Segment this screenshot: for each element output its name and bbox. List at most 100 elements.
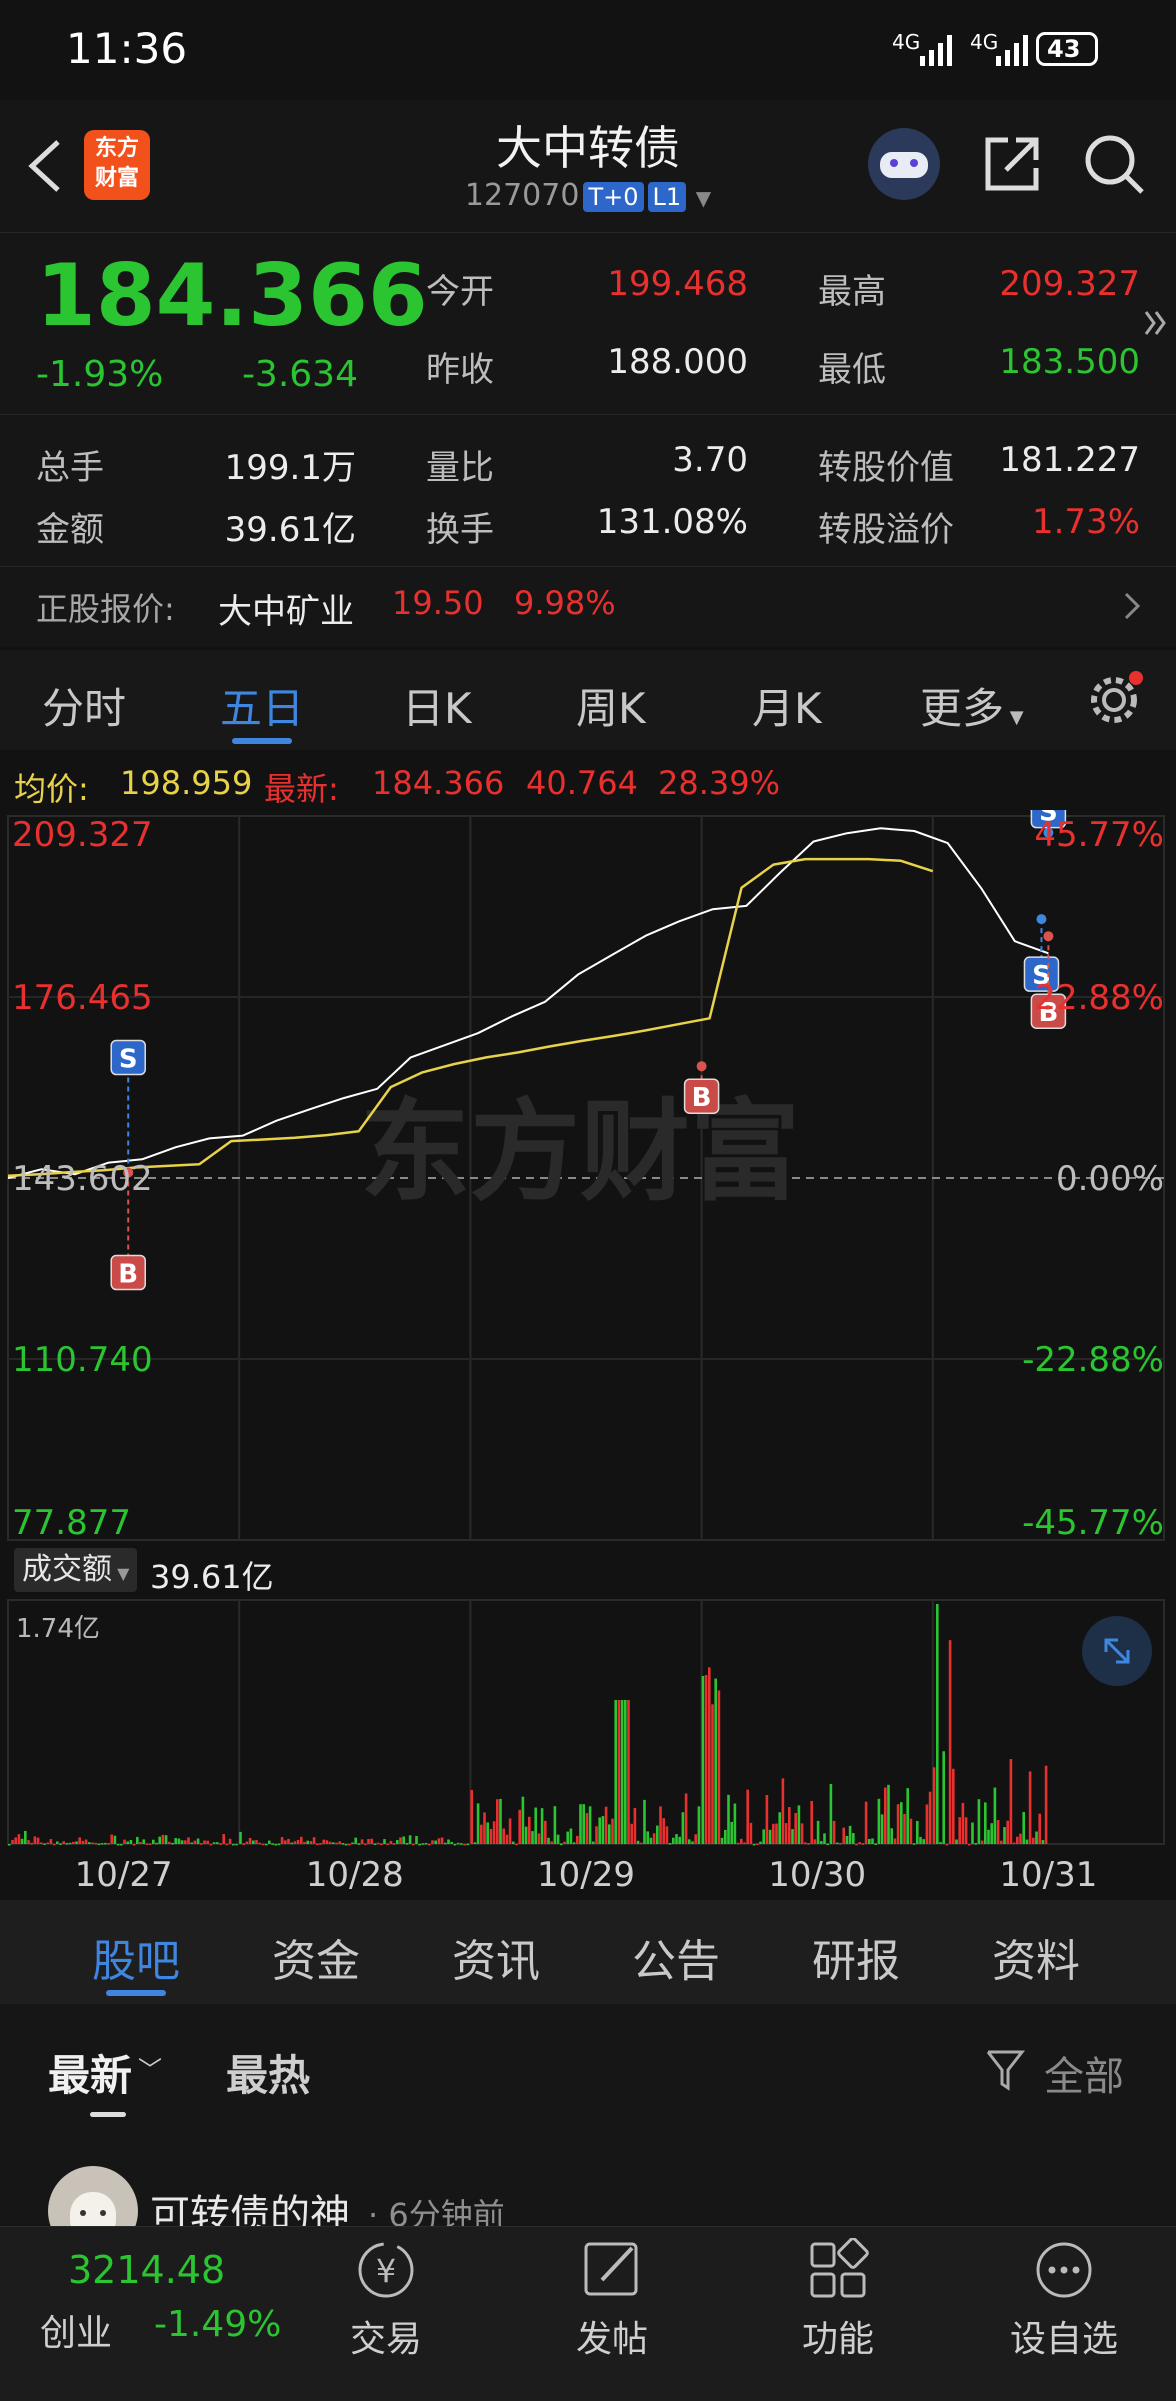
volume-bar <box>684 1793 688 1844</box>
volume-bar <box>691 1841 694 1844</box>
tab-daily-k[interactable]: 日K <box>402 675 472 736</box>
volume-bar <box>460 1843 463 1845</box>
tab-announcements[interactable]: 公告 <box>632 1925 720 1989</box>
volume-bar <box>987 1829 990 1844</box>
volume-bar <box>990 1823 993 1844</box>
marker-dot <box>1036 914 1047 925</box>
tab-funds[interactable]: 资金 <box>272 1925 360 1989</box>
gear-icon[interactable] <box>1084 668 1144 728</box>
tab-monthly-k[interactable]: 月K <box>752 675 822 736</box>
volume-bar <box>932 1767 936 1844</box>
tab-more[interactable]: 更多 ▼ <box>920 675 1024 736</box>
volume-bar <box>936 1604 939 1844</box>
volume-bar <box>974 1843 977 1845</box>
volume-bar <box>928 1791 932 1844</box>
volume-bar <box>1006 1820 1009 1844</box>
volume-bar <box>40 1842 43 1845</box>
watermark: 东方财富 <box>360 1088 800 1216</box>
volume-bar <box>720 1837 724 1844</box>
search-icon[interactable] <box>1082 132 1148 198</box>
volume-bar <box>832 1820 836 1844</box>
tabbar-post[interactable]: 发帖 <box>532 2310 692 2362</box>
volume-bar <box>948 1640 952 1844</box>
volume-bar <box>717 1690 721 1844</box>
more-icon[interactable] <box>1032 2238 1096 2302</box>
share-icon[interactable] <box>982 132 1044 194</box>
volume-bar <box>46 1842 49 1844</box>
volume-bar <box>370 1838 373 1844</box>
sort-latest[interactable]: 最新 <box>48 2042 132 2103</box>
volume-bar <box>193 1840 197 1844</box>
volume-bar <box>611 1818 614 1844</box>
volume-bar <box>550 1841 553 1844</box>
volume-bar <box>624 1700 627 1844</box>
volume-bar <box>168 1841 171 1844</box>
volume-bar <box>396 1840 399 1844</box>
volume-selector[interactable]: 成交额 ▼ <box>14 1548 138 1592</box>
volume-bar <box>836 1842 839 1845</box>
latest-label: 最新: <box>264 770 339 808</box>
sort-hot[interactable]: 最热 <box>226 2042 310 2103</box>
tab-profile[interactable]: 资料 <box>992 1925 1080 1989</box>
volume-bar <box>206 1840 209 1844</box>
active-tab-indicator <box>232 738 292 744</box>
tab-five-day[interactable]: 五日 <box>220 675 304 736</box>
volume-bar <box>364 1843 367 1846</box>
chevron-down-icon: ﹀ <box>138 2056 162 2084</box>
turnover-value: 131.08% <box>596 502 748 542</box>
tabbar-trade[interactable]: 交易 <box>306 2310 466 2362</box>
tab-guba[interactable]: 股吧 <box>92 1925 180 1989</box>
volume-bar <box>312 1837 316 1844</box>
volume-bar <box>174 1838 177 1844</box>
index-ticker[interactable]: 3214.48 创业 -1.49% <box>20 2248 281 2368</box>
volume-bar <box>110 1834 113 1844</box>
volume-bar <box>300 1836 303 1844</box>
tab-weekly-k[interactable]: 周K <box>576 675 646 736</box>
tab-intraday[interactable]: 分时 <box>42 675 126 736</box>
volume-bar <box>180 1840 184 1844</box>
volume-bar <box>335 1842 338 1845</box>
underlying-stock-row[interactable]: 正股报价: 大中矿业 19.50 9.98% <box>0 570 1176 648</box>
volume-bar <box>791 1829 794 1844</box>
robot-avatar-icon[interactable] <box>868 128 940 200</box>
tab-research[interactable]: 研报 <box>812 1925 900 1989</box>
volume-bar <box>572 1842 576 1844</box>
volume-bar <box>762 1829 765 1844</box>
y-right-tick: -22.88% <box>1022 1340 1164 1380</box>
volume-bar <box>274 1843 277 1846</box>
price-chart[interactable]: 东方财富 SBBSSB 209.327 45.77%176.465 22.88%14… <box>0 810 1176 1900</box>
tabbar-functions[interactable]: 功能 <box>758 2310 918 2362</box>
volume-bar <box>964 1817 968 1844</box>
volume-bar <box>968 1843 971 1846</box>
signal-icon-2 <box>996 35 1028 66</box>
tab-news[interactable]: 资讯 <box>452 1925 540 1989</box>
chevron-right-icon <box>1124 592 1141 620</box>
volume-bar <box>351 1842 354 1845</box>
last-price: 184.366 <box>36 246 428 346</box>
filter-all[interactable]: 全部 <box>1044 2044 1124 2102</box>
yen-icon[interactable]: ¥ <box>352 2238 420 2302</box>
expand-icon[interactable] <box>1082 1616 1152 1686</box>
grid-icon[interactable] <box>806 2238 870 2302</box>
volume-bar <box>284 1840 287 1844</box>
volume-bar <box>161 1834 165 1844</box>
avg-value: 198.959 <box>120 764 253 802</box>
filter-icon[interactable] <box>984 2046 1028 2094</box>
volume-bar <box>955 1839 958 1844</box>
high-value: 209.327 <box>999 264 1140 304</box>
volume-bar <box>502 1828 505 1844</box>
volume-bar <box>376 1842 380 1845</box>
volume-bar <box>52 1843 56 1846</box>
volume-bar <box>303 1841 306 1844</box>
volume-bar <box>434 1840 437 1844</box>
signal-label-1: 4G <box>892 30 921 54</box>
volume-bar <box>239 1831 242 1844</box>
volume-bar <box>389 1840 393 1844</box>
volume-bar <box>540 1808 544 1844</box>
double-chevron-right-icon[interactable] <box>1142 306 1170 340</box>
volume-bar <box>104 1842 107 1845</box>
volume-bar <box>483 1812 486 1844</box>
marker-dot <box>1043 931 1054 942</box>
tabbar-watchlist[interactable]: 设自选 <box>984 2310 1144 2362</box>
edit-icon[interactable] <box>580 2236 646 2302</box>
